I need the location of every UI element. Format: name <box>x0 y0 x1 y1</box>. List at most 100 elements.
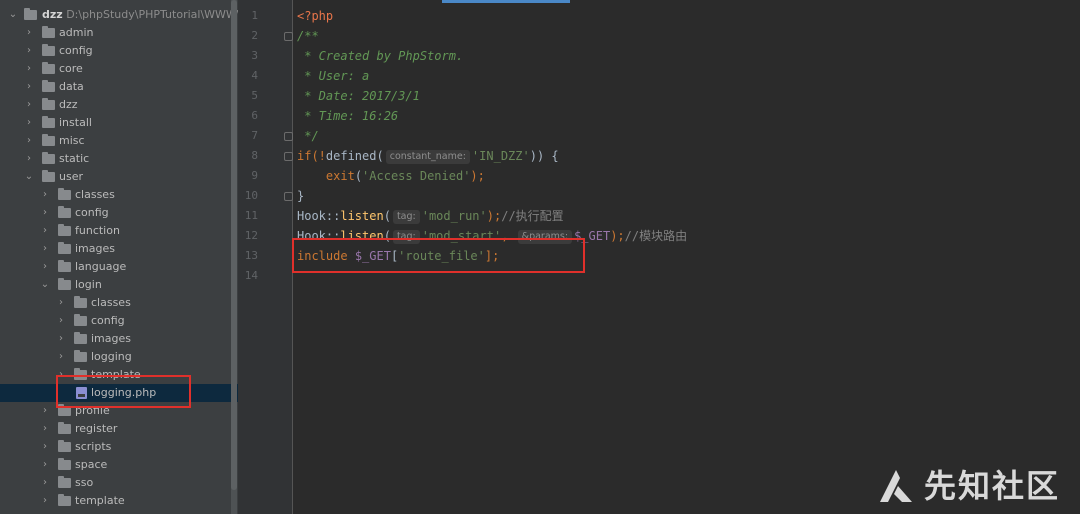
chevron-right-icon[interactable]: › <box>40 222 50 240</box>
tree-item-config[interactable]: › config <box>0 204 238 222</box>
tree-item-label: data <box>59 80 84 93</box>
chevron-right-icon[interactable]: › <box>40 204 50 222</box>
folder-icon <box>42 134 55 146</box>
line-number: 10 <box>244 189 258 202</box>
tree-item-static[interactable]: › static <box>0 150 238 168</box>
fold-marker-icon[interactable] <box>284 32 293 41</box>
tree-item-label: login <box>75 278 102 291</box>
root-name: dzz <box>42 8 63 21</box>
tree-item-login[interactable]: ⌄ login <box>0 276 238 294</box>
tree-item-label: template <box>75 494 125 507</box>
folder-icon <box>58 476 71 488</box>
folder-icon <box>42 26 55 38</box>
tree-item-logging[interactable]: › logging <box>0 348 238 366</box>
tree-root-dzz[interactable]: ⌄ dzz D:\phpStudy\PHPTutorial\WWW\dzz <box>0 6 238 24</box>
tree-item-label: classes <box>91 296 131 309</box>
tree-item-core[interactable]: › core <box>0 60 238 78</box>
chevron-right-icon[interactable]: › <box>24 78 34 96</box>
folder-icon <box>42 116 55 128</box>
chevron-right-icon[interactable]: › <box>40 420 50 438</box>
chevron-right-icon[interactable]: › <box>40 402 50 420</box>
tree-item-user[interactable]: ⌄ user <box>0 168 238 186</box>
code-token: ( <box>376 149 384 163</box>
tree-item-images[interactable]: › images <box>0 330 238 348</box>
code-token: )) { <box>529 149 559 163</box>
folder-icon <box>58 494 71 506</box>
chevron-right-icon[interactable]: › <box>56 348 66 366</box>
tree-item-space[interactable]: › space <box>0 456 238 474</box>
chevron-right-icon[interactable]: › <box>24 60 34 78</box>
tree-item-classes[interactable]: › classes <box>0 294 238 312</box>
line-number: 13 <box>244 249 258 262</box>
tree-item-label: space <box>75 458 108 471</box>
folder-icon <box>74 296 87 308</box>
tree-item-language[interactable]: › language <box>0 258 238 276</box>
tree-item-register[interactable]: › register <box>0 420 238 438</box>
tree-item-images[interactable]: › images <box>0 240 238 258</box>
code-comment: //执行配置 <box>501 209 564 223</box>
tree-item-label: misc <box>59 134 85 147</box>
code-line-11: Hook::listen(tag:'mod_run');//执行配置 <box>297 206 564 226</box>
code-line-6: * Time: 16:26 <box>297 109 399 123</box>
chevron-right-icon[interactable]: › <box>56 330 66 348</box>
fold-marker-icon[interactable] <box>284 152 293 161</box>
chevron-right-icon[interactable]: › <box>24 150 34 168</box>
tree-item-classes[interactable]: › classes <box>0 186 238 204</box>
tree-item-label: images <box>91 332 131 345</box>
chevron-right-icon[interactable]: › <box>40 456 50 474</box>
folder-icon <box>42 80 55 92</box>
chevron-right-icon[interactable]: › <box>40 474 50 492</box>
tree-item-label: dzz <box>59 98 78 111</box>
chevron-right-icon[interactable]: › <box>40 186 50 204</box>
active-tab-indicator[interactable] <box>442 0 570 3</box>
tree-item-sso[interactable]: › sso <box>0 474 238 492</box>
folder-icon <box>42 170 55 182</box>
tree-item-data[interactable]: › data <box>0 78 238 96</box>
param-hint: constant_name: <box>385 150 470 164</box>
chevron-right-icon[interactable]: › <box>40 438 50 456</box>
line-number: 9 <box>251 169 258 182</box>
chevron-right-icon[interactable]: › <box>56 312 66 330</box>
tree-item-dzz[interactable]: › dzz <box>0 96 238 114</box>
tree-item-label: register <box>75 422 118 435</box>
line-number: 6 <box>251 109 258 122</box>
tree-item-scripts[interactable]: › scripts <box>0 438 238 456</box>
chevron-right-icon[interactable]: › <box>24 96 34 114</box>
tree-scrollbar-thumb[interactable] <box>231 0 237 490</box>
tree-item-template[interactable]: › template <box>0 492 238 510</box>
tree-item-function[interactable]: › function <box>0 222 238 240</box>
chevron-right-icon[interactable]: › <box>24 42 34 60</box>
code-token: 'IN_DZZ' <box>471 149 530 163</box>
tree-item-label: static <box>59 152 90 165</box>
code-line-4: * User: a <box>297 69 370 83</box>
chevron-right-icon[interactable]: › <box>40 258 50 276</box>
tree-item-misc[interactable]: › misc <box>0 132 238 150</box>
chevron-right-icon[interactable]: › <box>24 114 34 132</box>
chevron-right-icon[interactable]: › <box>56 294 66 312</box>
tree-item-label: config <box>59 44 93 57</box>
tree-item-config[interactable]: › config <box>0 312 238 330</box>
code-token: if(! <box>297 149 326 163</box>
tree-item-label: sso <box>75 476 94 489</box>
chevron-right-icon[interactable]: › <box>40 240 50 258</box>
tree-item-config[interactable]: › config <box>0 42 238 60</box>
tree-item-install[interactable]: › install <box>0 114 238 132</box>
code-line-10: } <box>297 189 305 203</box>
folder-icon <box>24 8 37 20</box>
tree-item-label: function <box>75 224 120 237</box>
code-token: 'mod_run' <box>421 209 487 223</box>
fold-marker-icon[interactable] <box>284 192 293 201</box>
fold-marker-icon[interactable] <box>284 132 293 141</box>
chevron-right-icon[interactable]: › <box>24 132 34 150</box>
code-comment: //模块路由 <box>624 229 688 243</box>
code-line-3: * Created by PhpStorm. <box>297 49 464 63</box>
code-token: ); <box>610 229 625 243</box>
chevron-right-icon[interactable]: › <box>24 24 34 42</box>
line-number: 7 <box>251 129 258 142</box>
chevron-down-icon[interactable]: ⌄ <box>24 168 34 186</box>
chevron-down-icon[interactable]: ⌄ <box>40 276 50 294</box>
chevron-right-icon[interactable]: › <box>40 492 50 510</box>
chevron-down-icon[interactable]: ⌄ <box>8 6 18 24</box>
tree-item-admin[interactable]: › admin <box>0 24 238 42</box>
